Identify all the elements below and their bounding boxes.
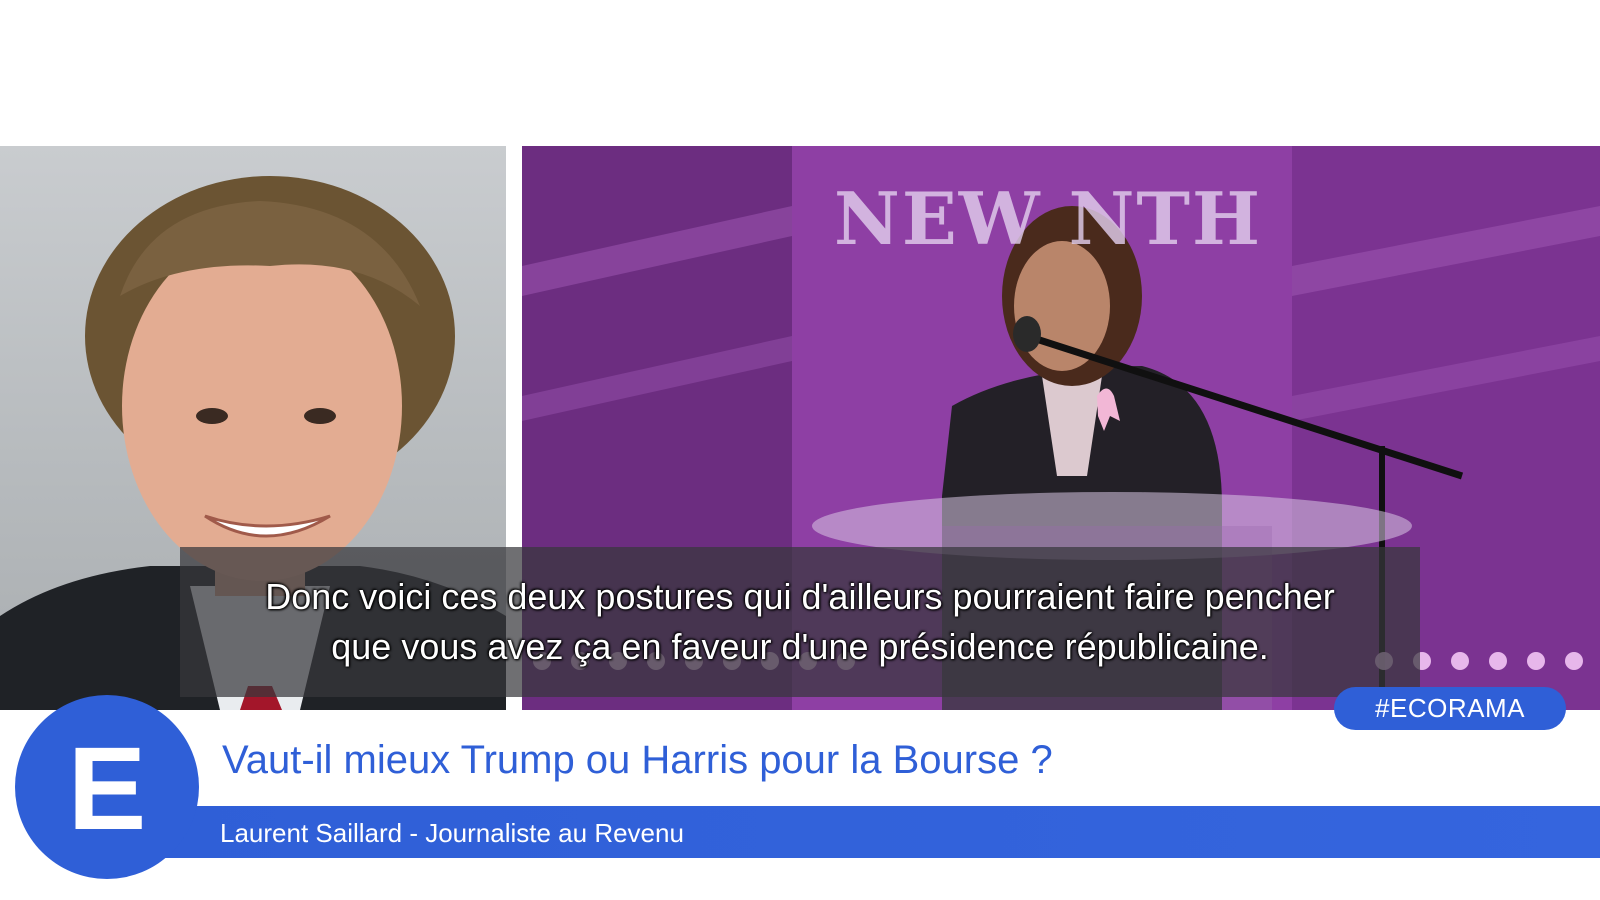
video-frame[interactable]: NEW NTH Donc voici ces deux postures qui… (0, 0, 1600, 900)
logo-letter: E (67, 723, 147, 855)
guest-eye-left (196, 408, 228, 424)
ecorama-e-logo: E (15, 695, 199, 879)
subtitle-box: Donc voici ces deux postures qui d'aille… (180, 547, 1420, 697)
segment-title: Vaut-il mieux Trump ou Harris pour la Bo… (222, 738, 1053, 782)
hashtag-badge[interactable]: #ECORAMA (1334, 687, 1566, 730)
guest-eye-right (304, 408, 336, 424)
subtitle-line-2: que vous avez ça en faveur d'une préside… (331, 626, 1269, 667)
stage-banner-text: NEW NTH (834, 176, 1263, 261)
guest-name: Laurent Saillard - Journaliste au Revenu (220, 818, 684, 848)
subtitle-line-1: Donc voici ces deux postures qui d'aille… (265, 576, 1335, 617)
microphone-icon (1013, 316, 1041, 352)
